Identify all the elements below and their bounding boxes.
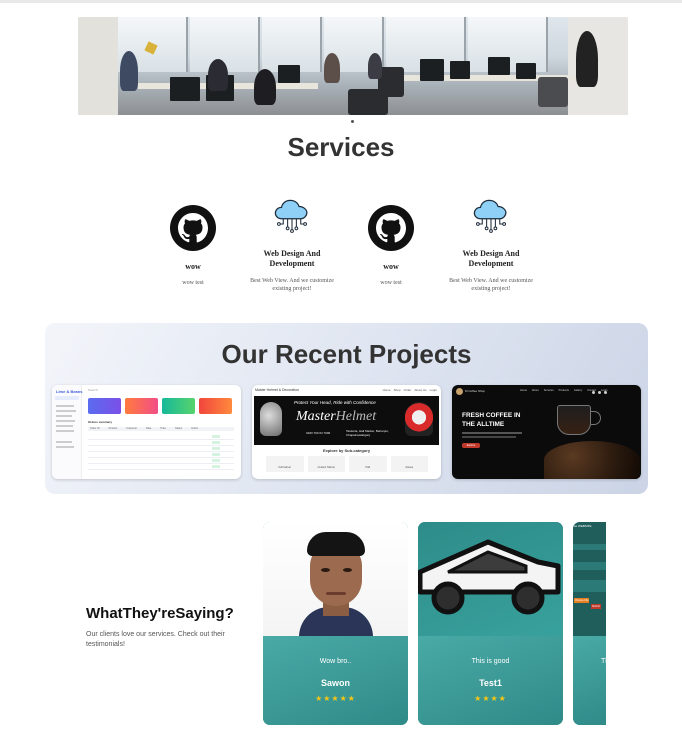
cloud-circuit-icon — [274, 199, 308, 233]
coffee-explore-button[interactable]: Explore — [462, 443, 480, 448]
helmet-explore: Explore by Sub-category — [322, 448, 371, 453]
coffee-heading: FRESH COFFEE IN THE ALLTIME — [462, 412, 521, 428]
helmet-tagline: Protect Your Head, Ride with Confidence — [294, 400, 376, 405]
star-rating: ★★★★ — [474, 694, 507, 703]
project-card-helmet[interactable]: Master Helmet & Decoration Home Shop Order… — [252, 385, 441, 479]
helmet-store-name: Master Helmet & Decoration — [255, 388, 299, 392]
dashboard-search: Search — [88, 388, 98, 392]
testimonial-name: Test1 — [479, 678, 502, 688]
helmet-nav: Home Shop Order About Us Login — [382, 388, 437, 392]
service-card[interactable]: Web Design And Development Best Web View… — [242, 196, 342, 293]
service-title: Web Design And Development — [263, 249, 321, 268]
testimonial-body: Wow bro.. Sawon ★★★★★ — [263, 636, 408, 725]
dashboard-table-header: Order ID Product Customer Date Price Status Ac… — [88, 427, 234, 431]
cloud-circuit-icon — [473, 199, 507, 233]
testimonials-heading: WhatThey'reSaying? — [86, 605, 234, 622]
project-card-dashboard[interactable]: Lime & Beans Search Orders summary Order… — [52, 385, 241, 479]
service-card[interactable]: wow wow test — [143, 204, 243, 287]
github-icon — [170, 205, 216, 251]
github-icon — [368, 205, 414, 251]
testimonial-card-partial[interactable]: se WEBSITE Choose File Submit Th — [573, 522, 606, 725]
testimonial-body: This is good Test1 ★★★★ — [418, 636, 563, 725]
helmet-logo: MasterHelmet — [296, 409, 377, 424]
service-title: Web Design And Development — [462, 249, 520, 268]
helmet-phone: 0183 700 64 7096 — [306, 431, 331, 435]
avatar — [263, 522, 408, 639]
service-description: wow test — [182, 280, 204, 286]
services-heading: Services — [287, 132, 395, 162]
testimonial-card[interactable]: This is good Test1 ★★★★ — [418, 522, 563, 725]
testimonial-card[interactable]: Wow bro.. Sawon ★★★★★ — [263, 522, 408, 725]
testimonials-subtitle: Our clients love our services. Check out… — [86, 631, 225, 648]
top-divider — [0, 0, 682, 3]
service-card[interactable]: wow wow test — [341, 204, 441, 287]
service-card[interactable]: Web Design And Development Best Web View… — [441, 196, 541, 293]
testimonial-name: Sawon — [320, 678, 350, 688]
service-description: wow test — [380, 280, 402, 286]
testimonial-body: Th — [573, 636, 606, 725]
car-icon — [418, 522, 563, 636]
testimonial-quote: Th — [601, 658, 606, 665]
service-title: wow — [185, 262, 201, 271]
dashboard-table-title: Orders summary — [88, 420, 113, 424]
helmet-subcategories: Full helmet Custom Helmet Half Gloves — [266, 456, 428, 472]
coffee-brand: M Coffee Shop — [465, 389, 485, 393]
dashboard-brand: Lime & Beans — [56, 389, 83, 394]
testimonial-quote: This is good — [471, 658, 510, 665]
service-title: wow — [383, 262, 399, 271]
hero-office-image — [78, 17, 628, 115]
projects-heading: Our Recent Projects — [221, 339, 472, 369]
recent-projects-section: Our Recent Projects Lime & Beans Search … — [45, 323, 648, 494]
coffee-icons — [592, 391, 607, 394]
carousel-indicator[interactable] — [351, 120, 354, 123]
form-screenshot: se WEBSITE Choose File Submit — [573, 522, 606, 636]
helmet-banner: Protect Your Head, Ride with Confidence … — [254, 396, 439, 445]
service-description: Best Web View. And we customize existing… — [250, 278, 334, 292]
service-description: Best Web View. And we customize existing… — [449, 278, 533, 292]
testimonial-quote: Wow bro.. — [319, 658, 352, 665]
star-rating: ★★★★★ — [315, 694, 356, 703]
helmet-address: Tatuleria, Hall Market, Beharpur, Chapai… — [346, 429, 389, 437]
project-card-coffee[interactable]: M Coffee Shop Home About Services Products G… — [452, 385, 641, 479]
